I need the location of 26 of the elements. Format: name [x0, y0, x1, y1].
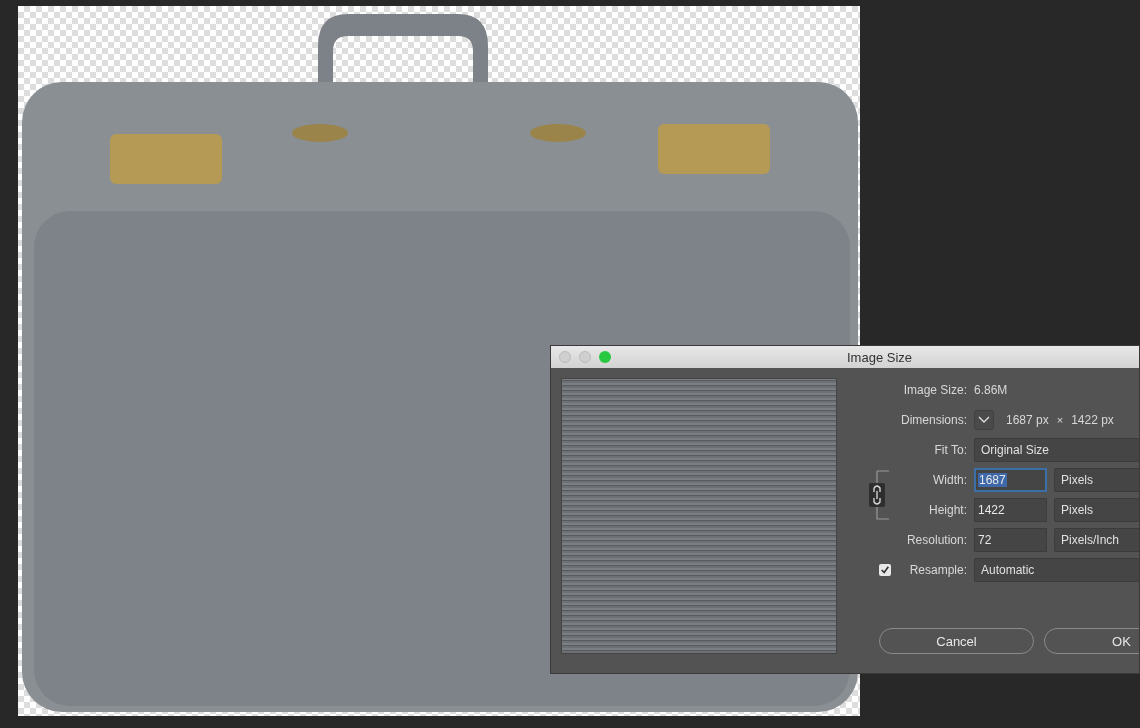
field-label: Resolution:	[906, 532, 967, 549]
field-label: Image Size:	[903, 382, 967, 399]
resample-checkbox[interactable]	[879, 564, 891, 576]
field-label: Resample:	[909, 562, 967, 579]
unit-dropdown[interactable]: Pixels	[1054, 498, 1139, 522]
image-size-value: 6.86M	[974, 382, 1009, 399]
dimension-width: 1687 px	[1006, 413, 1049, 427]
cancel-button[interactable]: Cancel	[879, 628, 1034, 654]
height-field[interactable]: 1422	[974, 498, 1047, 522]
fit-to-dropdown[interactable]: Original Size	[974, 438, 1139, 462]
times-sign: ×	[1056, 414, 1064, 426]
field-label: Width:	[933, 472, 967, 489]
width-field[interactable]: 1687	[974, 468, 1047, 492]
window-title: Image Size	[847, 349, 913, 365]
unit-dropdown[interactable]: Pixels/Inch	[1054, 528, 1139, 552]
resolution-field[interactable]: 72	[974, 528, 1047, 552]
constrain-link-icon[interactable]	[867, 467, 891, 523]
ok-button[interactable]: OK	[1044, 628, 1139, 654]
dimensions-menu-button[interactable]	[974, 410, 994, 430]
chevron-down-icon	[977, 415, 991, 425]
dimension-height: 1422 px	[1071, 413, 1114, 427]
resample-dropdown[interactable]: Automatic	[974, 558, 1139, 582]
field-label: Dimensions:	[900, 412, 967, 429]
field-label: Fit To:	[934, 442, 967, 459]
unit-dropdown[interactable]: Pixels	[1054, 468, 1139, 492]
field-label: Height:	[928, 502, 967, 519]
